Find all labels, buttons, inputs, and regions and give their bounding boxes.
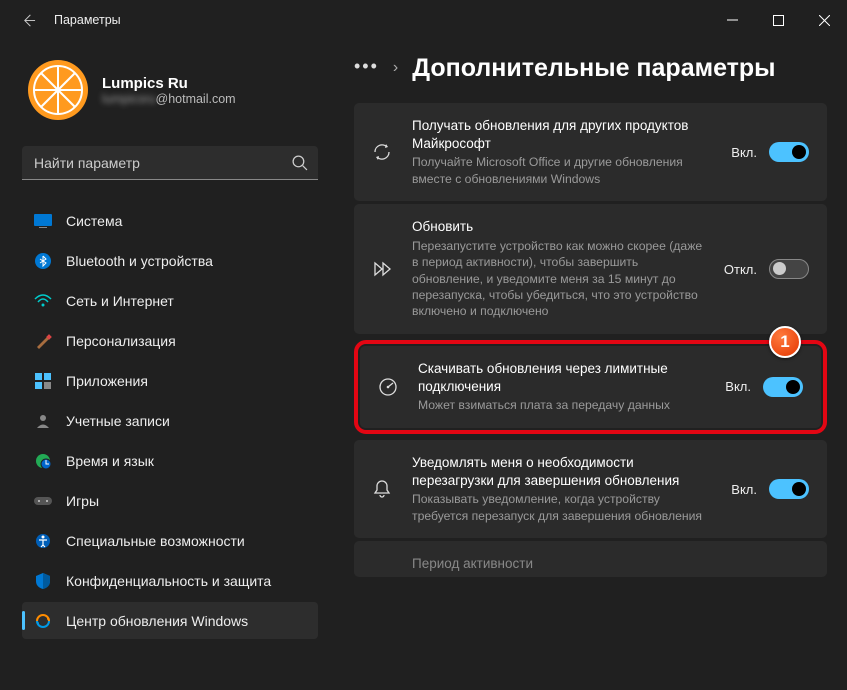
accessibility-icon xyxy=(34,532,52,550)
search-box[interactable] xyxy=(22,146,318,180)
setting-desc: Показывать уведомление, когда устройству… xyxy=(412,491,715,524)
sidebar-item-gaming[interactable]: Игры xyxy=(22,482,318,519)
setting-desc: Получайте Microsoft Office и другие обно… xyxy=(412,154,715,187)
clock-globe-icon xyxy=(34,452,52,470)
sync-icon xyxy=(368,141,396,163)
profile-name: Lumpics Ru xyxy=(102,75,236,92)
brush-icon xyxy=(34,332,52,350)
sidebar-item-system[interactable]: Система xyxy=(22,202,318,239)
sidebar-item-label: Учетные записи xyxy=(66,413,170,429)
page-title: Дополнительные параметры xyxy=(412,54,775,83)
toggle-state-label: Вкл. xyxy=(731,482,757,497)
sidebar-item-network[interactable]: Сеть и Интернет xyxy=(22,282,318,319)
breadcrumb: ••• › Дополнительные параметры xyxy=(354,54,827,83)
avatar xyxy=(28,60,88,120)
toggle-switch[interactable] xyxy=(763,377,803,397)
sidebar-item-label: Приложения xyxy=(66,373,148,389)
system-icon xyxy=(34,212,52,230)
annotation-highlight: 1 Скачивать обновления через лимитные по… xyxy=(354,340,827,434)
setting-title: Получать обновления для других продуктов… xyxy=(412,117,715,153)
setting-title: Обновить xyxy=(412,218,708,236)
profile-block[interactable]: Lumpics Ru lumpicsru@hotmail.com xyxy=(22,60,318,120)
setting-title: Уведомлять меня о необходимости перезагр… xyxy=(412,454,715,490)
sidebar-item-label: Игры xyxy=(66,493,99,509)
gamepad-icon xyxy=(34,492,52,510)
sidebar-item-time-language[interactable]: Время и язык xyxy=(22,442,318,479)
setting-restart-asap: Обновить Перезапустите устройство как мо… xyxy=(354,204,827,334)
setting-restart-notify: Уведомлять меня о необходимости перезагр… xyxy=(354,440,827,538)
sidebar-item-label: Bluetooth и устройства xyxy=(66,253,213,269)
bluetooth-icon xyxy=(34,252,52,270)
sidebar-item-label: Система xyxy=(66,213,122,229)
fast-forward-icon xyxy=(368,258,396,280)
maximize-button[interactable] xyxy=(755,0,801,40)
sidebar-item-windows-update[interactable]: Центр обновления Windows xyxy=(22,602,318,639)
nav-list: Система Bluetooth и устройства Сеть и Ин… xyxy=(22,202,318,639)
toggle-switch[interactable] xyxy=(769,142,809,162)
profile-email: lumpicsru@hotmail.com xyxy=(102,92,236,106)
shield-icon xyxy=(34,572,52,590)
chevron-right-icon: › xyxy=(393,59,398,79)
toggle-state-label: Вкл. xyxy=(725,379,751,394)
wifi-icon xyxy=(34,292,52,310)
toggle-switch[interactable] xyxy=(769,479,809,499)
sidebar-item-label: Персонализация xyxy=(66,333,176,349)
sidebar-item-label: Время и язык xyxy=(66,453,154,469)
setting-desc: Перезапустите устройство как можно скоре… xyxy=(412,238,708,320)
gauge-icon xyxy=(374,376,402,398)
annotation-badge: 1 xyxy=(769,326,801,358)
main-content: ••• › Дополнительные параметры Получать … xyxy=(330,40,847,690)
window-title: Параметры xyxy=(54,13,121,27)
search-icon xyxy=(291,154,308,176)
sidebar-item-label: Сеть и Интернет xyxy=(66,293,174,309)
titlebar: Параметры xyxy=(0,0,847,40)
sidebar-item-label: Специальные возможности xyxy=(66,533,245,549)
bell-icon xyxy=(368,478,396,500)
setting-desc: Может взиматься плата за передачу данных xyxy=(418,397,709,413)
sidebar-item-accessibility[interactable]: Специальные возможности xyxy=(22,522,318,559)
setting-title: Скачивать обновления через лимитные подк… xyxy=(418,360,709,396)
setting-partial-row: Период активности xyxy=(354,541,827,577)
toggle-state-label: Откл. xyxy=(724,262,757,277)
breadcrumb-ellipsis[interactable]: ••• xyxy=(354,56,379,81)
update-icon xyxy=(34,612,52,630)
person-icon xyxy=(34,412,52,430)
minimize-button[interactable] xyxy=(709,0,755,40)
apps-icon xyxy=(34,372,52,390)
close-button[interactable] xyxy=(801,0,847,40)
sidebar-item-accounts[interactable]: Учетные записи xyxy=(22,402,318,439)
sidebar: Lumpics Ru lumpicsru@hotmail.com Система… xyxy=(0,40,330,690)
toggle-switch[interactable] xyxy=(769,259,809,279)
sidebar-item-apps[interactable]: Приложения xyxy=(22,362,318,399)
setting-title: Период активности xyxy=(412,555,809,573)
sidebar-item-personalization[interactable]: Персонализация xyxy=(22,322,318,359)
sidebar-item-label: Конфиденциальность и защита xyxy=(66,573,271,589)
settings-window: Параметры Lumpics Ru lumpicsru@hotmail.c… xyxy=(0,0,847,690)
search-input[interactable] xyxy=(22,146,318,180)
back-button[interactable] xyxy=(20,12,36,28)
toggle-state-label: Вкл. xyxy=(731,145,757,160)
sidebar-item-bluetooth[interactable]: Bluetooth и устройства xyxy=(22,242,318,279)
sidebar-item-privacy[interactable]: Конфиденциальность и защита xyxy=(22,562,318,599)
sidebar-item-label: Центр обновления Windows xyxy=(66,613,248,629)
setting-metered-download: Скачивать обновления через лимитные подк… xyxy=(360,346,821,428)
setting-ms-products-updates: Получать обновления для других продуктов… xyxy=(354,103,827,201)
